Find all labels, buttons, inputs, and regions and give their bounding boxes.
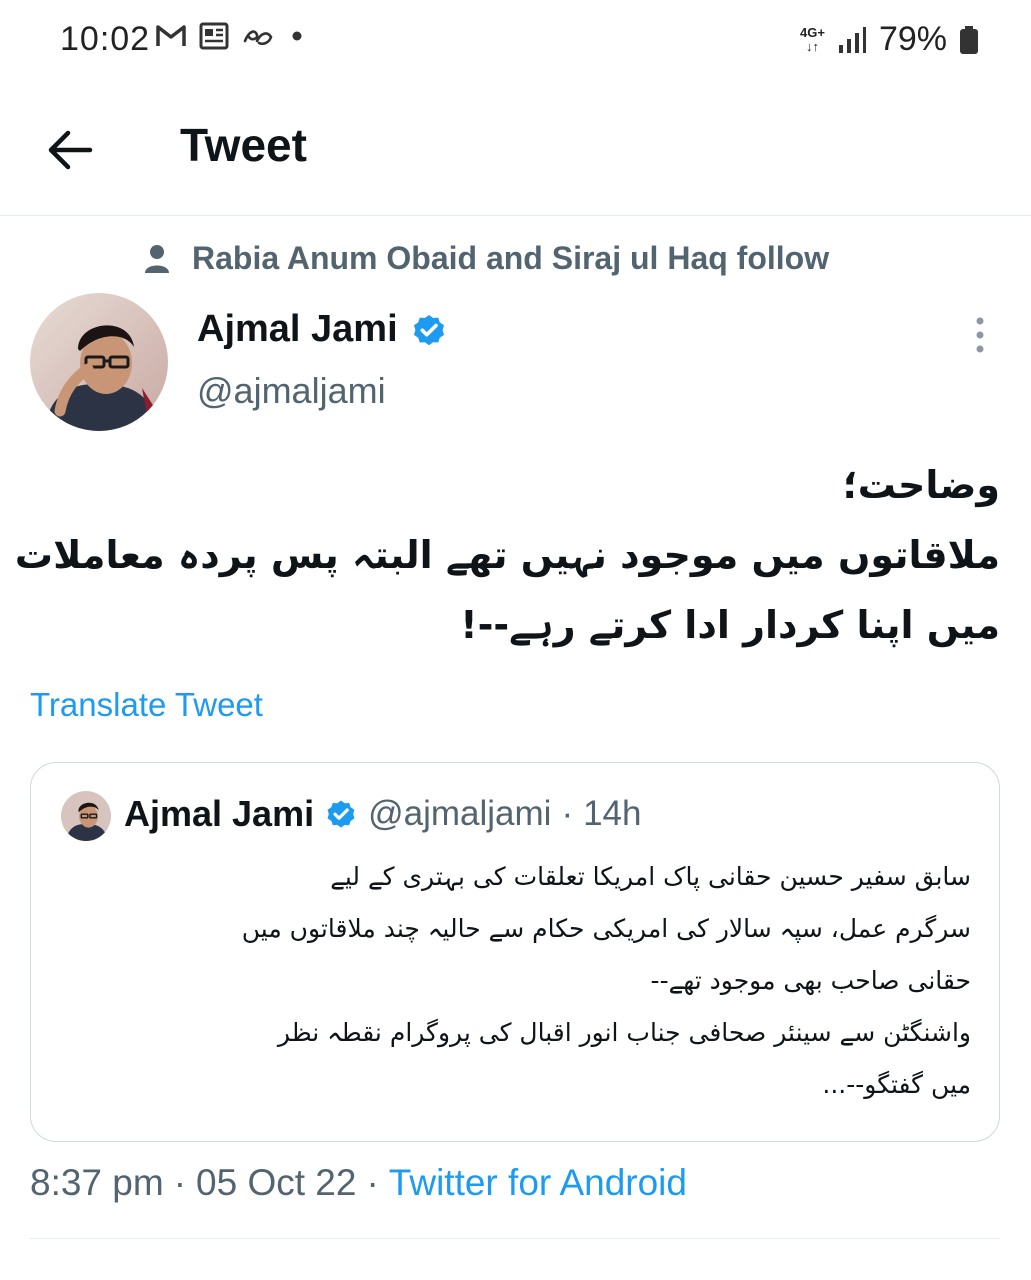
arrow-left-icon xyxy=(48,130,93,170)
gmail-icon xyxy=(156,25,186,46)
tweet-time: 8:37 pm xyxy=(30,1162,164,1203)
more-vertical-icon xyxy=(976,317,984,353)
page-title: Tweet xyxy=(180,119,307,171)
tweet-body: وضاحت؛ ملاقاتوں میں موجود نہیں تھے البتہ… xyxy=(14,450,1000,660)
more-options-button[interactable] xyxy=(960,315,1000,355)
tweet-text-line: وضاحت؛ xyxy=(842,463,1000,507)
author-name-row[interactable]: Ajmal Jami xyxy=(197,308,448,351)
person-icon xyxy=(145,244,169,273)
tweet-source-link[interactable]: Twitter for Android xyxy=(389,1162,687,1204)
battery-icon xyxy=(960,25,978,54)
news-icon xyxy=(199,22,229,50)
data-arrows-icon: ↓↑ xyxy=(805,38,819,54)
author-avatar[interactable] xyxy=(30,293,168,431)
quoted-tweet-card[interactable]: Ajmal Jami @ajmaljami · 14h سابق سفیر حس… xyxy=(30,762,1000,1142)
email-app-icon xyxy=(243,30,273,46)
status-right: 4G+ ↓↑ 79% xyxy=(800,20,979,59)
separator-dot: · xyxy=(173,1162,187,1203)
quoted-tweet-header: Ajmal Jami @ajmaljami · 14h xyxy=(124,793,642,835)
notification-dot-icon xyxy=(292,31,302,41)
quoted-text-line: واشنگٹن سے سینئر صحافی جناب انور اقبال ک… xyxy=(277,1018,971,1047)
battery-percent: 79% xyxy=(878,20,947,58)
avatar-image xyxy=(30,293,168,431)
social-context-text: Rabia Anum Obaid and Siraj ul Haq follow xyxy=(192,240,830,276)
network-type: 4G+ ↓↑ xyxy=(800,24,825,54)
quoted-text-line: سابق سفیر حسین حقانی پاک امریکا تعلقات ک… xyxy=(330,862,971,891)
separator-dot: · xyxy=(366,1162,379,1203)
quoted-text-line: میں گفتگو--... xyxy=(822,1070,971,1099)
tweet-date: 05 Oct 22 xyxy=(196,1162,357,1203)
tweet-meta: 8:37 pm · 05 Oct 22 · Twitter for Androi… xyxy=(30,1162,687,1204)
back-button[interactable] xyxy=(42,120,102,180)
network-label: 4G+ xyxy=(800,24,825,40)
notification-icons xyxy=(155,22,307,50)
separator-dot: · xyxy=(561,794,574,833)
quoted-tweet-time: 14h xyxy=(583,794,642,833)
divider xyxy=(30,1238,1000,1239)
quoted-tweet-body: سابق سفیر حسین حقانی پاک امریکا تعلقات ک… xyxy=(61,851,971,1111)
quoted-author-handle: @ajmaljami xyxy=(368,794,552,833)
quoted-author-name: Ajmal Jami xyxy=(124,793,315,834)
status-bar: 10:02 4G+ ↓↑ 79% xyxy=(0,0,1031,80)
tweet-text-line: ملاقاتوں میں موجود نہیں تھے البتہ پس پرد… xyxy=(14,533,1000,577)
avatar-image xyxy=(61,791,111,841)
quoted-author-avatar xyxy=(61,791,111,841)
quoted-text-line: حقانی صاحب بھی موجود تھے-- xyxy=(650,966,971,995)
verified-badge-icon xyxy=(413,314,444,345)
translate-tweet-link[interactable]: Translate Tweet xyxy=(30,686,263,724)
quoted-text-line: سرگرم عمل، سپہ سالار کی امریکی حکام سے ح… xyxy=(241,914,971,943)
author-handle[interactable]: @ajmaljami xyxy=(197,370,386,412)
app-header: Tweet xyxy=(0,90,1031,216)
tweet-text-line: میں اپنا کردار ادا کرتے رہے--! xyxy=(460,603,1000,647)
author-name: Ajmal Jami xyxy=(197,308,398,350)
status-time: 10:02 xyxy=(60,20,151,58)
signal-icon xyxy=(838,26,866,53)
verified-badge-icon xyxy=(327,800,355,828)
social-context: Rabia Anum Obaid and Siraj ul Haq follow xyxy=(142,240,829,277)
